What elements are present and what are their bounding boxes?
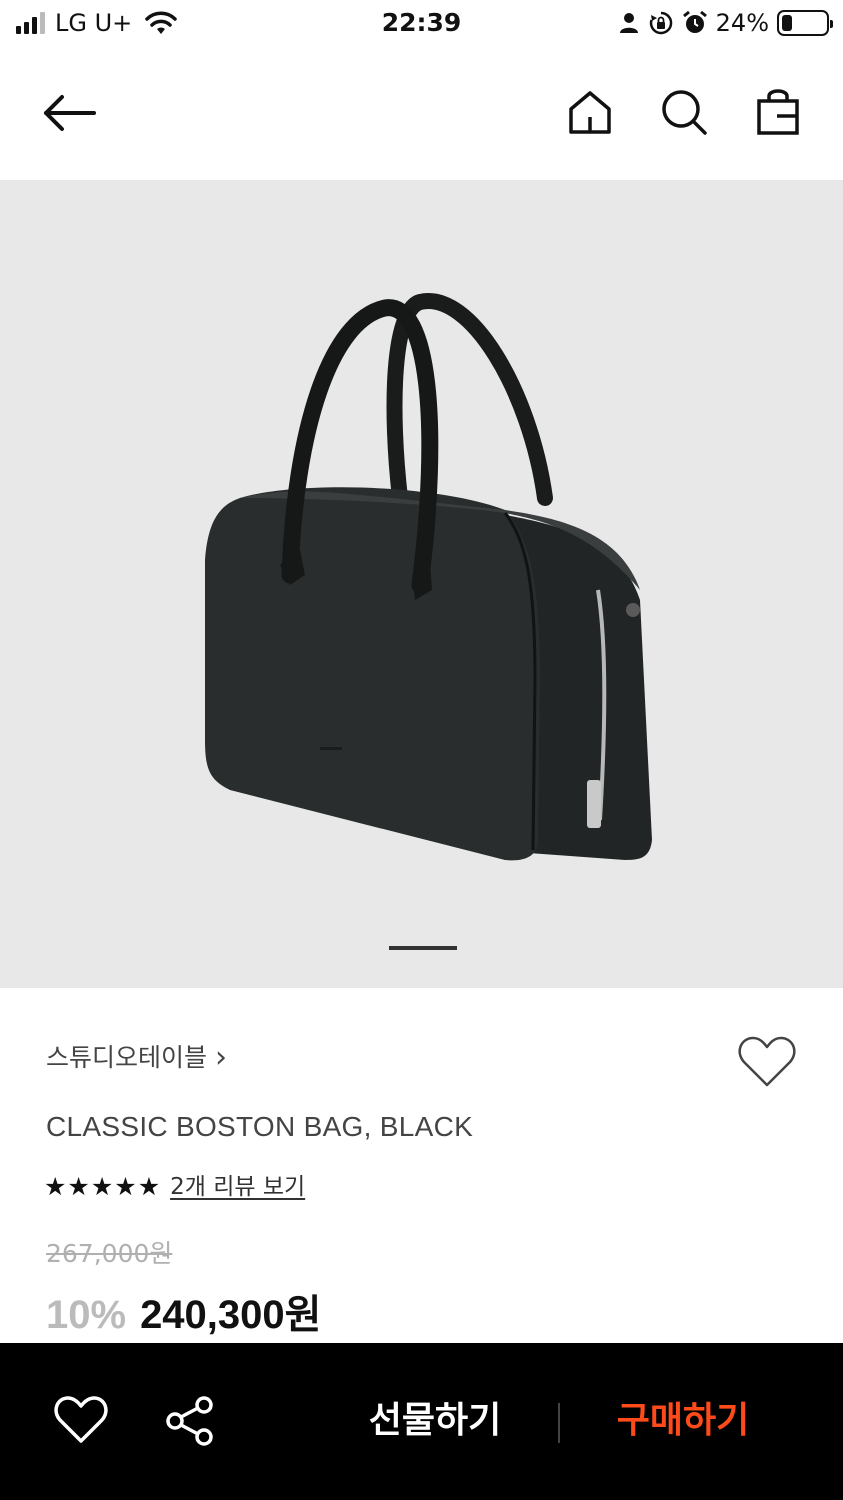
home-button[interactable] [564,86,616,138]
brand-name: 스튜디오테이블 [46,1043,208,1072]
gift-button[interactable]: 선물하기 [350,1393,520,1449]
wishlist-button[interactable] [738,1035,796,1089]
sale-price: 240,300원 [140,1293,322,1337]
search-icon [662,90,707,135]
person-icon [619,13,638,33]
product-image-gallery[interactable] [0,180,843,988]
share-icon [166,1396,213,1446]
status-right: 24% [618,9,833,37]
heart-outline-icon [738,1036,796,1087]
bottom-wishlist-button[interactable] [54,1395,108,1445]
discount-rate: 10% [46,1293,127,1337]
rotation-lock-icon [649,11,672,35]
battery-fill [782,15,792,31]
divider [558,1403,560,1443]
star-icon: ★ [114,1172,137,1201]
back-button[interactable] [42,88,102,138]
share-button[interactable] [164,1395,216,1447]
alarm-icon [682,10,707,33]
star-rating: ★ ★ ★ ★ ★ [44,1172,160,1202]
product-image [205,293,652,861]
star-icon: ★ [90,1172,114,1201]
original-price: 267,000원 [46,1239,173,1268]
battery-icon [777,10,833,36]
brand-link[interactable]: 스튜디오테이블 › [46,1040,227,1076]
chevron-right-icon: › [215,1040,228,1075]
search-button[interactable] [658,86,710,138]
shopping-bag-icon [757,89,799,135]
reviews-link[interactable]: 2개 리뷰 보기 [170,1171,305,1203]
battery-percent: 24% [715,9,769,37]
price-row: 10% 240,300원 [46,1282,321,1340]
home-icon [569,91,611,134]
heart-icon [54,1396,108,1443]
bottom-action-bar: 선물하기 구매하기 [0,1343,843,1500]
star-icon: ★ [67,1172,90,1201]
status-bar: LG U+ 22:39 24% [0,0,843,48]
product-title: CLASSIC BOSTON BAG, BLACK [46,1111,474,1142]
buy-button[interactable]: 구매하기 [598,1393,768,1449]
app-header [0,60,843,170]
cart-button[interactable] [752,86,804,138]
gallery-pager-indicator [389,946,457,950]
star-icon: ★ [44,1172,67,1201]
star-icon: ★ [137,1172,161,1201]
rating-row: ★ ★ ★ ★ ★ 2개 리뷰 보기 [44,1171,305,1203]
back-arrow-icon [44,95,96,131]
